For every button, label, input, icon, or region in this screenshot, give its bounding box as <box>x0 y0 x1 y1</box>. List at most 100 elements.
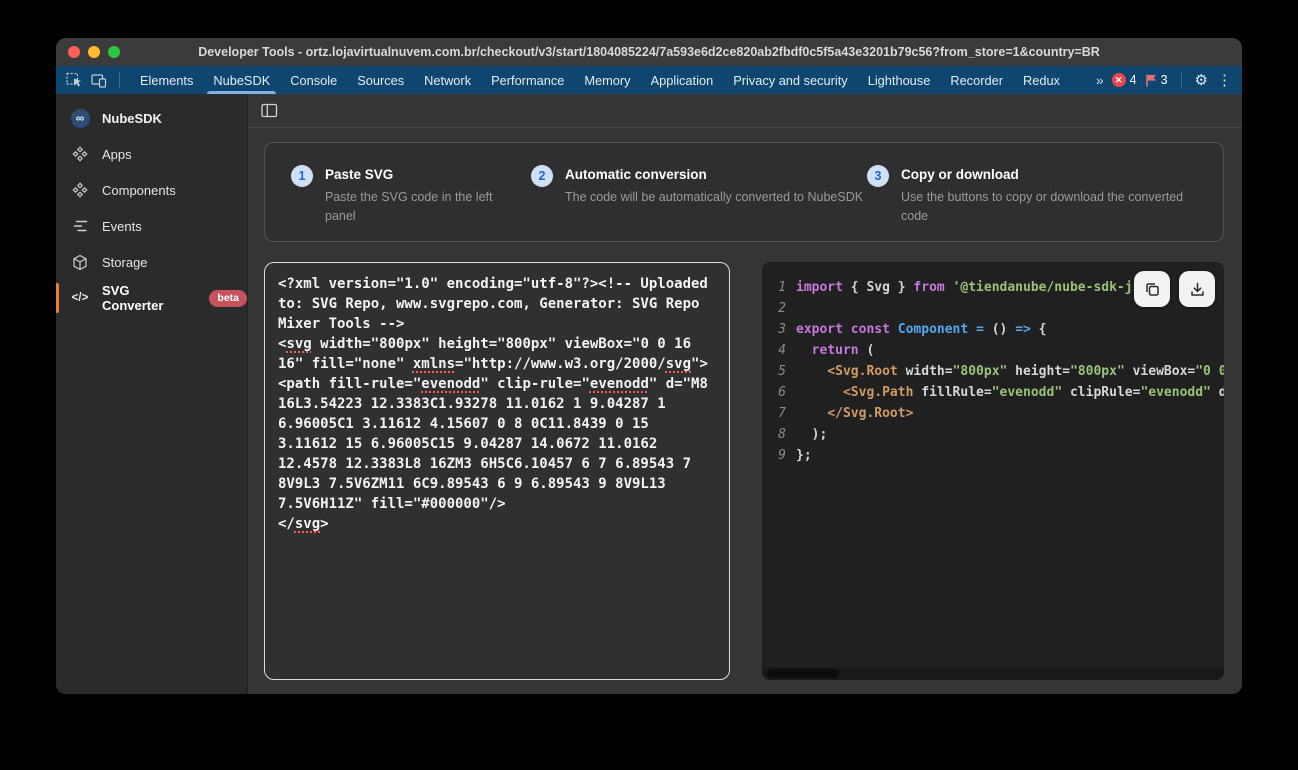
tab-network[interactable]: Network <box>414 66 481 94</box>
step-number-badge: 1 <box>291 165 313 187</box>
step-copy-or-download: 3 Copy or download Use the buttons to co… <box>867 164 1203 241</box>
step-number-badge: 3 <box>867 165 889 187</box>
devtools-tab-bar: Elements NubeSDK Console Sources Network… <box>56 66 1242 94</box>
sidebar-item-label: Apps <box>102 147 132 162</box>
error-icon: ✕ <box>1112 73 1126 87</box>
code-line: 7 </Svg.Root> <box>772 403 1224 424</box>
tab-privacy-and-security[interactable]: Privacy and security <box>723 66 858 94</box>
inspect-element-icon[interactable] <box>66 72 83 88</box>
step-title: Automatic conversion <box>565 167 863 182</box>
svg-input-editor[interactable]: <?xml version="1.0" encoding="utf-8"?><!… <box>264 262 730 680</box>
step-number-badge: 2 <box>531 165 553 187</box>
apps-icon <box>70 146 90 162</box>
step-title: Paste SVG <box>325 167 525 182</box>
tab-sources[interactable]: Sources <box>347 66 414 94</box>
copy-code-button[interactable] <box>1134 271 1170 307</box>
sidebar-item-label: SVG Converter <box>102 283 188 313</box>
line-number: 9 <box>772 445 786 466</box>
tab-nubesdk[interactable]: NubeSDK <box>203 66 280 94</box>
toolbar-divider <box>1181 72 1182 88</box>
window-controls <box>68 46 120 58</box>
line-number: 2 <box>772 298 786 319</box>
download-code-button[interactable] <box>1179 271 1215 307</box>
kebab-menu-icon[interactable]: ⋮ <box>1217 73 1232 88</box>
tab-memory[interactable]: Memory <box>574 66 640 94</box>
close-window-button[interactable] <box>68 46 80 58</box>
code-line: 9}; <box>772 445 1224 466</box>
misspelled-word: xmlns <box>413 356 455 372</box>
line-number: 5 <box>772 361 786 382</box>
sidebar-item-apps[interactable]: Apps <box>56 136 247 172</box>
more-tabs-icon[interactable]: » <box>1096 72 1103 88</box>
steps-card: 1 Paste SVG Paste the SVG code in the le… <box>264 142 1224 242</box>
storage-icon <box>70 254 90 271</box>
line-number: 7 <box>772 403 786 424</box>
sidebar-item-events[interactable]: Events <box>56 208 247 244</box>
horizontal-scrollbar-thumb[interactable] <box>767 669 839 678</box>
download-icon <box>1189 281 1206 298</box>
code-line: 4 return ( <box>772 340 1224 361</box>
zoom-window-button[interactable] <box>108 46 120 58</box>
code-line: 3export const Component = () => { <box>772 319 1224 340</box>
line-number: 4 <box>772 340 786 361</box>
code-line: 8 ); <box>772 424 1224 445</box>
sidebar-item-storage[interactable]: Storage <box>56 244 247 280</box>
sidebar-item-label: Components <box>102 183 176 198</box>
tab-redux[interactable]: Redux <box>1013 66 1070 94</box>
toolbar-divider <box>119 72 120 88</box>
components-icon <box>70 182 90 198</box>
error-count: 4 <box>1130 73 1137 87</box>
tab-recorder[interactable]: Recorder <box>940 66 1013 94</box>
step-paste-svg: 1 Paste SVG Paste the SVG code in the le… <box>291 164 531 241</box>
converted-code-panel: 1import { Svg } from '@tiendanube/nube-s… <box>762 262 1224 680</box>
issues-count: 3 <box>1161 73 1168 87</box>
misspelled-word: svg <box>286 336 311 352</box>
misspelled-word: svg <box>666 356 691 372</box>
step-description: The code will be automatically converted… <box>565 188 863 207</box>
misspelled-word: evenodd <box>590 376 649 392</box>
code-line: 6 <Svg.Path fillRule="evenodd" clipRule=… <box>772 382 1224 403</box>
svg-input-text: <?xml version="1.0" encoding="utf-8"?><!… <box>278 274 716 534</box>
code-brackets-icon: </> <box>72 292 89 304</box>
svg-converter-panel: 1 Paste SVG Paste the SVG code in the le… <box>248 94 1242 694</box>
issues-flag-icon <box>1146 74 1157 87</box>
panel-toolbar <box>248 94 1242 128</box>
horizontal-scrollbar[interactable] <box>762 667 1224 680</box>
step-automatic-conversion: 2 Automatic conversion The code will be … <box>531 164 867 241</box>
window-title: Developer Tools - ortz.lojavirtualnuvem.… <box>56 45 1242 59</box>
sidebar-item-label: Storage <box>102 255 148 270</box>
events-icon <box>70 220 90 232</box>
tab-elements[interactable]: Elements <box>130 66 203 94</box>
step-title: Copy or download <box>901 167 1203 182</box>
devtools-window: Developer Tools - ortz.lojavirtualnuvem.… <box>56 38 1242 694</box>
nubesdk-sidebar: ∞ NubeSDK Apps C <box>56 94 248 694</box>
tab-application[interactable]: Application <box>641 66 724 94</box>
tab-performance[interactable]: Performance <box>481 66 574 94</box>
line-number: 6 <box>772 382 786 403</box>
tab-console[interactable]: Console <box>280 66 347 94</box>
sidebar-item-svg-converter[interactable]: </> SVG Converter beta <box>56 280 247 316</box>
device-toolbar-icon[interactable] <box>91 73 107 88</box>
issues-badge[interactable]: 3 <box>1146 73 1168 87</box>
sidebar-item-label: Events <box>102 219 142 234</box>
sidebar-item-label: NubeSDK <box>102 111 162 126</box>
sidebar-item-components[interactable]: Components <box>56 172 247 208</box>
tab-lighthouse[interactable]: Lighthouse <box>858 66 941 94</box>
code-line: 5 <Svg.Root width="800px" height="800px"… <box>772 361 1224 382</box>
sidebar-item-nubesdk[interactable]: ∞ NubeSDK <box>56 100 247 136</box>
line-number: 3 <box>772 319 786 340</box>
step-description: Paste the SVG code in the left panel <box>325 188 525 226</box>
settings-gear-icon[interactable]: ⚙ <box>1195 73 1208 88</box>
misspelled-word: svg <box>295 516 320 532</box>
copy-icon <box>1144 281 1161 298</box>
misspelled-word: evenodd <box>421 376 480 392</box>
line-number: 8 <box>772 424 786 445</box>
minimize-window-button[interactable] <box>88 46 100 58</box>
beta-badge: beta <box>209 290 247 307</box>
title-bar: Developer Tools - ortz.lojavirtualnuvem.… <box>56 38 1242 66</box>
toggle-sidebar-icon[interactable] <box>261 103 278 118</box>
error-badge[interactable]: ✕ 4 <box>1112 73 1137 87</box>
step-description: Use the buttons to copy or download the … <box>901 188 1203 226</box>
line-number: 1 <box>772 277 786 298</box>
nubesdk-logo-icon: ∞ <box>71 109 90 128</box>
